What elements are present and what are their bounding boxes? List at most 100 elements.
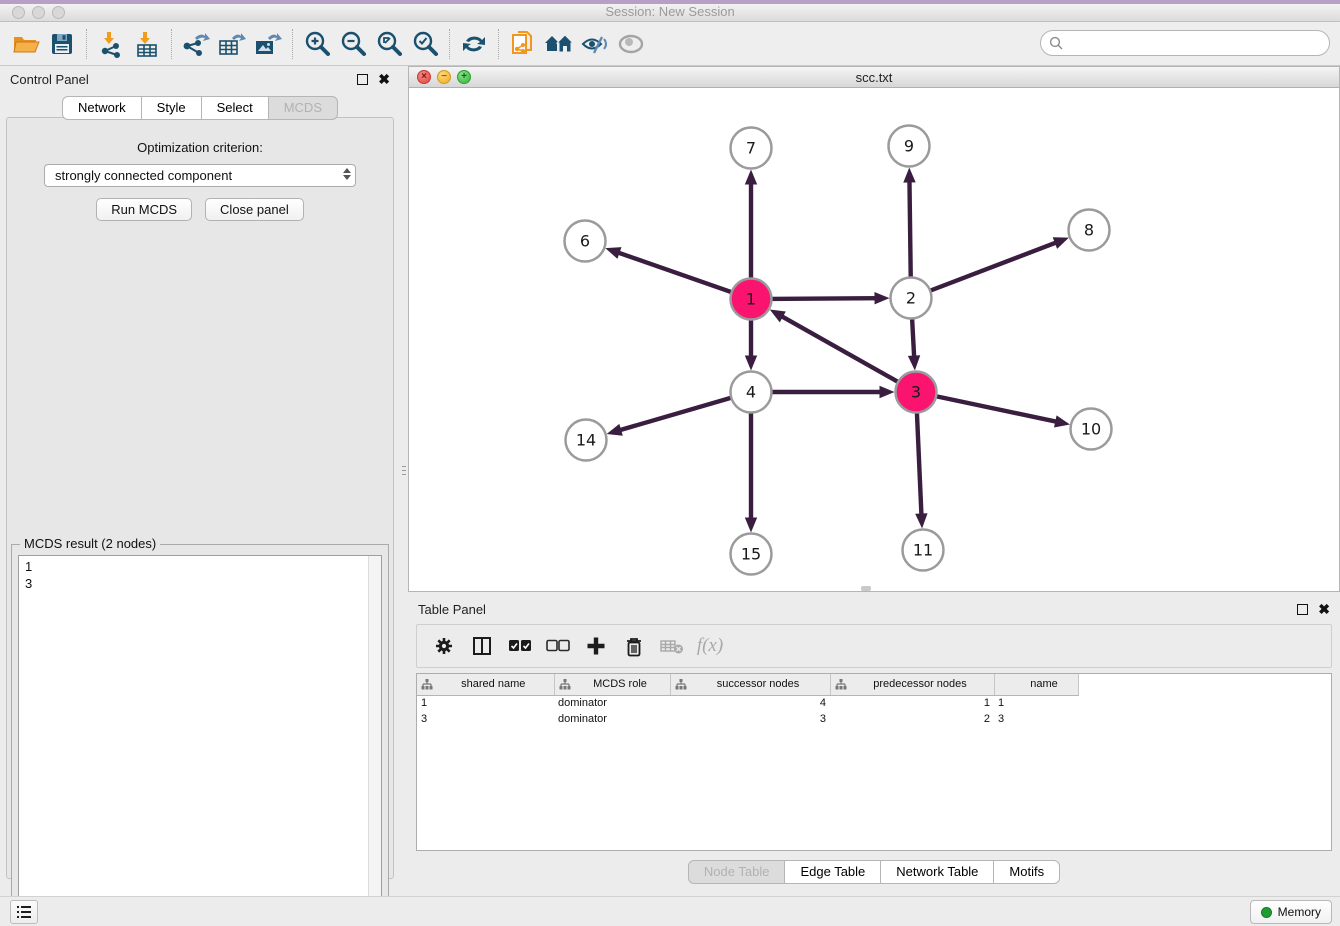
network-minimize-icon[interactable]: − <box>437 70 451 84</box>
first-neighbors-button[interactable] <box>541 27 577 61</box>
add-column-button[interactable] <box>579 630 613 662</box>
close-panel-button[interactable]: Close panel <box>205 198 304 221</box>
zoom-in-button[interactable] <box>299 27 335 61</box>
columns-icon <box>472 636 492 656</box>
tab-motifs[interactable]: Motifs <box>993 860 1060 884</box>
select-all-button[interactable] <box>503 630 537 662</box>
table-cell[interactable]: 4 <box>670 695 830 711</box>
table-cell[interactable]: 1 <box>830 695 994 711</box>
control-panel-titlebar: Control Panel ✖ <box>0 66 400 92</box>
edge-1-2[interactable] <box>768 298 877 299</box>
export-image-button[interactable] <box>250 27 286 61</box>
table-cell[interactable]: dominator <box>554 711 670 727</box>
edge-4-14[interactable] <box>618 397 734 431</box>
network-close-icon[interactable]: × <box>417 70 431 84</box>
edge-2-3[interactable] <box>912 315 914 358</box>
edge-2-9[interactable] <box>909 179 910 280</box>
table-cell[interactable]: 1 <box>417 695 554 711</box>
edge-arrow-icon <box>880 386 895 398</box>
delete-column-button[interactable] <box>617 630 651 662</box>
tab-edge-table[interactable]: Edge Table <box>784 860 881 884</box>
mcds-result-text[interactable]: 13 <box>18 555 382 915</box>
network-canvas[interactable]: 7968124314101511 <box>409 88 1339 591</box>
export-table-button[interactable] <box>214 27 250 61</box>
clone-network-button[interactable] <box>505 27 541 61</box>
node-label: 10 <box>1081 420 1101 439</box>
table-cell[interactable]: dominator <box>554 695 670 711</box>
edge-3-11[interactable] <box>917 409 922 516</box>
split-pane-divider[interactable] <box>401 455 407 485</box>
hide-graphics-details-button[interactable] <box>577 27 613 61</box>
close-table-panel-icon[interactable]: ✖ <box>1318 604 1330 615</box>
edge-3-1[interactable] <box>780 315 901 383</box>
zoom-selected-button[interactable] <box>407 27 443 61</box>
column-type-icon <box>835 679 847 690</box>
zoom-out-icon <box>339 30 367 58</box>
edge-2-8[interactable] <box>927 242 1057 292</box>
node-label: 4 <box>746 383 756 402</box>
control-panel: Control Panel ✖ NetworkStyleSelectMCDS O… <box>0 66 400 896</box>
node-label: 3 <box>911 383 921 402</box>
mcds-result-group: MCDS result (2 nodes) 13 <box>11 544 389 922</box>
table-cell[interactable]: 1 <box>994 695 1078 711</box>
clone-network-icon <box>510 30 536 58</box>
table-cell[interactable]: 2 <box>830 711 994 727</box>
zoom-out-button[interactable] <box>335 27 371 61</box>
search-box[interactable] <box>1040 30 1330 56</box>
result-scrollbar[interactable] <box>368 556 381 914</box>
open-session-button[interactable] <box>8 27 44 61</box>
float-table-panel-icon[interactable] <box>1297 604 1308 615</box>
import-table-button[interactable] <box>129 27 165 61</box>
show-graphics-details-button[interactable] <box>613 27 649 61</box>
save-session-button[interactable] <box>44 27 80 61</box>
function-builder-button[interactable]: f(x) <box>693 630 727 662</box>
run-mcds-button[interactable]: Run MCDS <box>96 198 192 221</box>
network-hscrollbar[interactable] <box>861 586 871 591</box>
table-row[interactable]: 3dominator323 <box>417 711 1078 727</box>
tab-network[interactable]: Network <box>62 96 142 120</box>
close-panel-icon[interactable]: ✖ <box>378 74 390 85</box>
column-header-shared-name[interactable]: shared name <box>417 674 554 695</box>
show-columns-button[interactable] <box>465 630 499 662</box>
column-header-successor-nodes[interactable]: successor nodes <box>670 674 830 695</box>
task-history-button[interactable] <box>10 900 38 924</box>
node-label: 15 <box>741 545 761 564</box>
import-table-icon <box>134 30 160 58</box>
edge-3-10[interactable] <box>933 396 1058 422</box>
delete-table-button[interactable] <box>655 630 689 662</box>
memory-button[interactable]: Memory <box>1250 900 1332 924</box>
column-header-mcds-role[interactable]: MCDS role <box>554 674 670 695</box>
table-cell[interactable]: 3 <box>670 711 830 727</box>
column-type-icon <box>421 679 433 690</box>
table-options-button[interactable] <box>427 630 461 662</box>
network-maximize-icon[interactable]: + <box>457 70 471 84</box>
edge-arrow-icon <box>607 424 623 436</box>
export-network-button[interactable] <box>178 27 214 61</box>
import-network-button[interactable] <box>93 27 129 61</box>
table-cell[interactable]: 3 <box>994 711 1078 727</box>
table-panel-tabs: Node TableEdge TableNetwork TableMotifs <box>408 860 1340 884</box>
edge-1-6[interactable] <box>617 252 735 293</box>
node-label: 7 <box>746 139 756 158</box>
float-panel-icon[interactable] <box>357 74 368 85</box>
unselect-all-button[interactable] <box>541 630 575 662</box>
column-header-name[interactable]: name <box>994 674 1078 695</box>
column-header-predecessor-nodes[interactable]: predecessor nodes <box>830 674 994 695</box>
table-cell[interactable]: 3 <box>417 711 554 727</box>
optimization-criterion-select[interactable]: strongly connected component <box>44 164 356 187</box>
tab-node-table[interactable]: Node Table <box>688 860 786 884</box>
refresh-view-button[interactable] <box>456 27 492 61</box>
tab-select[interactable]: Select <box>201 96 269 120</box>
zoom-fit-button[interactable] <box>371 27 407 61</box>
zoom-fit-icon <box>375 30 403 58</box>
tab-network-table[interactable]: Network Table <box>880 860 994 884</box>
tab-style[interactable]: Style <box>141 96 202 120</box>
table-toolbar: f(x) <box>416 624 1332 668</box>
toolbar-separator <box>449 29 450 59</box>
tab-mcds[interactable]: MCDS <box>268 96 338 120</box>
memory-label: Memory <box>1278 905 1321 919</box>
search-input[interactable] <box>1064 33 1329 53</box>
eye-slash-icon <box>580 31 610 57</box>
plus-icon <box>586 636 606 656</box>
table-row[interactable]: 1dominator411 <box>417 695 1078 711</box>
